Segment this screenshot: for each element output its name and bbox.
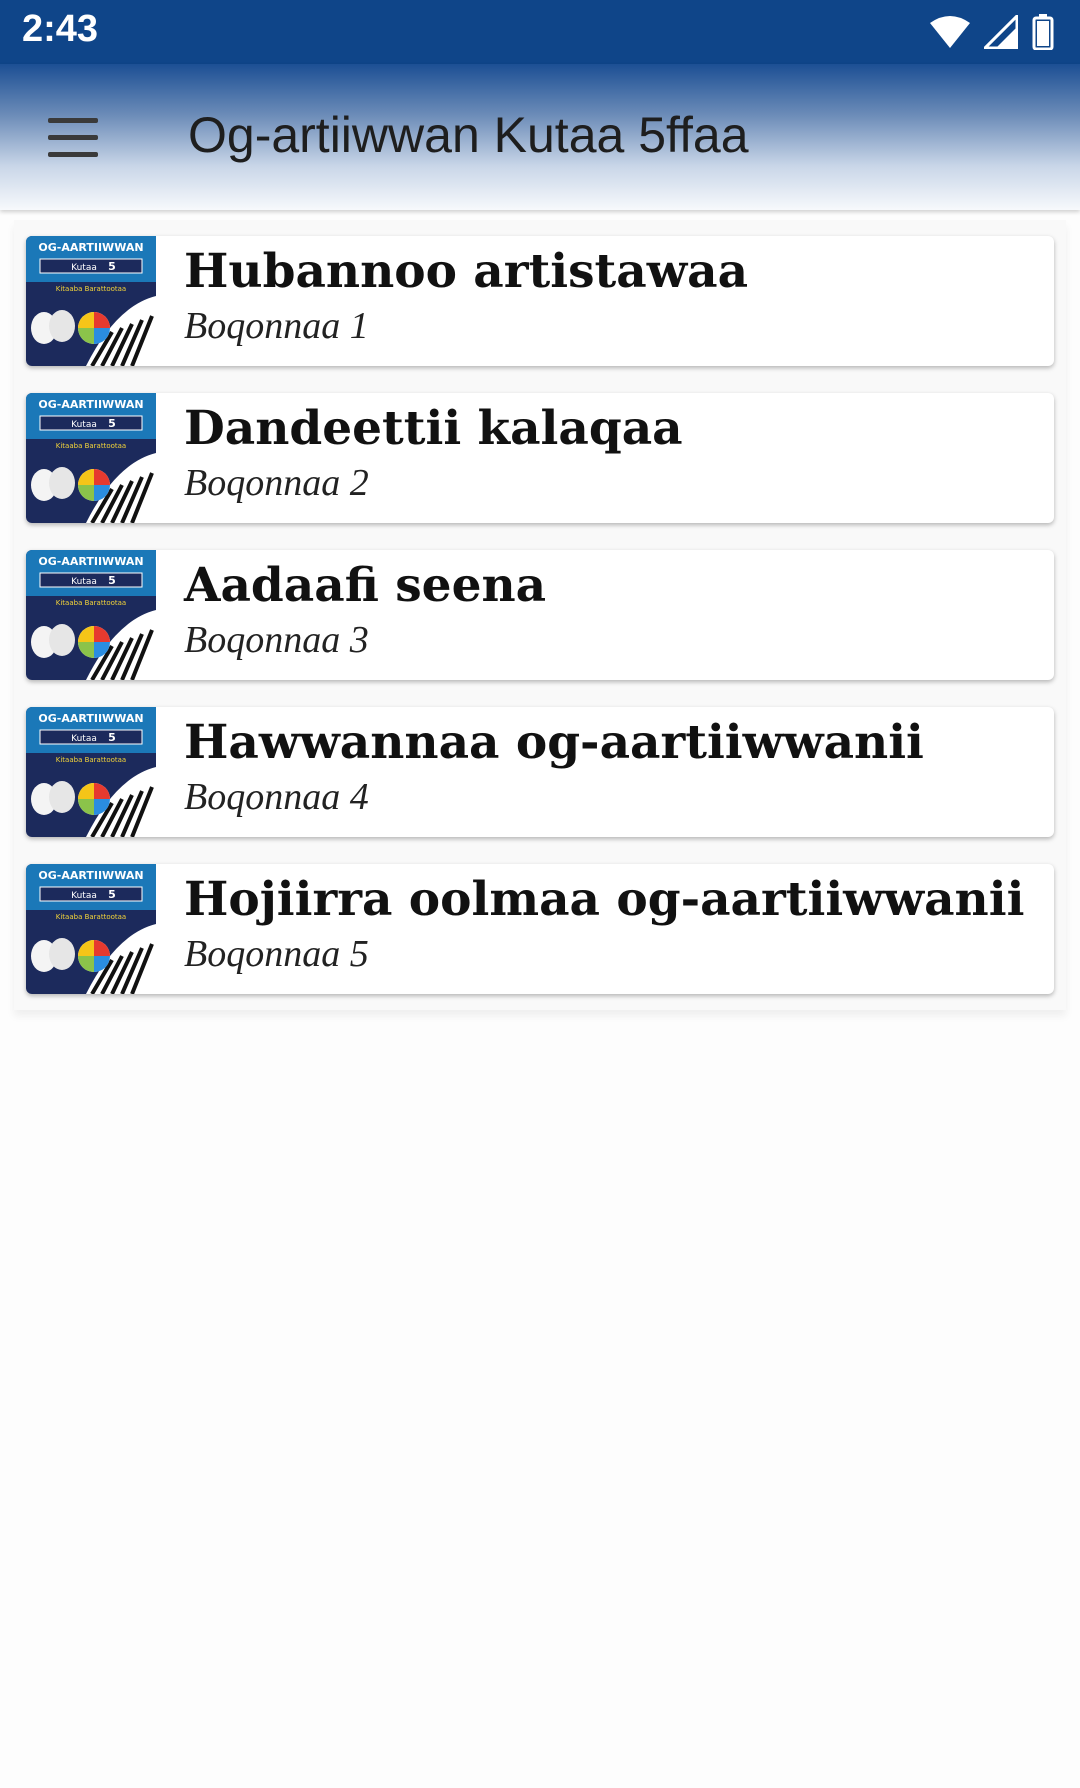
svg-text:5: 5 xyxy=(108,260,116,273)
hamburger-menu-icon[interactable] xyxy=(38,108,108,168)
chapter-card-1[interactable]: OG-AARTIIWWAN Kutaa 5 Kitaaba Barattoota… xyxy=(26,236,1054,366)
svg-text:Kutaa: Kutaa xyxy=(71,263,97,273)
svg-text:OG-AARTIIWWAN: OG-AARTIIWWAN xyxy=(38,398,143,411)
book-cover-thumbnail: OG-AARTIIWWAN Kutaa 5 Kitaaba Barattoota… xyxy=(26,550,156,680)
svg-text:Kitaaba Barattootaa: Kitaaba Barattootaa xyxy=(56,913,126,921)
svg-text:Kutaa: Kutaa xyxy=(71,891,97,901)
chapter-card-4[interactable]: OG-AARTIIWWAN Kutaa 5 Kitaaba Barattoota… xyxy=(26,707,1054,837)
book-cover-thumbnail: OG-AARTIIWWAN Kutaa 5 Kitaaba Barattoota… xyxy=(26,236,156,366)
cell-signal-icon xyxy=(984,15,1018,49)
status-bar: 2:43 xyxy=(0,0,1080,64)
chapter-subtitle: Boqonnaa 4 xyxy=(184,776,369,818)
svg-text:OG-AARTIIWWAN: OG-AARTIIWWAN xyxy=(38,555,143,568)
svg-text:5: 5 xyxy=(108,417,116,430)
svg-text:5: 5 xyxy=(108,574,116,587)
svg-text:Kitaaba Barattootaa: Kitaaba Barattootaa xyxy=(56,599,126,607)
svg-text:Kitaaba Barattootaa: Kitaaba Barattootaa xyxy=(56,285,126,293)
svg-text:5: 5 xyxy=(108,888,116,901)
chapter-subtitle: Boqonnaa 3 xyxy=(184,619,369,661)
app-bar: Og-artiiwwan Kutaa 5ffaa xyxy=(0,64,1080,210)
chapter-title: Hojiirra oolmaa og-aartiiwwanii xyxy=(184,872,1025,927)
chapter-card-3[interactable]: OG-AARTIIWWAN Kutaa 5 Kitaaba Barattoota… xyxy=(26,550,1054,680)
battery-icon xyxy=(1032,14,1054,50)
book-cover-thumbnail: OG-AARTIIWWAN Kutaa 5 Kitaaba Barattoota… xyxy=(26,707,156,837)
wifi-icon xyxy=(930,16,970,48)
svg-text:OG-AARTIIWWAN: OG-AARTIIWWAN xyxy=(38,241,143,254)
svg-text:Kutaa: Kutaa xyxy=(71,577,97,587)
book-cover-thumbnail: OG-AARTIIWWAN Kutaa 5 Kitaaba Barattoota… xyxy=(26,864,156,994)
chapter-card-2[interactable]: OG-AARTIIWWAN Kutaa 5 Kitaaba Barattoota… xyxy=(26,393,1054,523)
chapter-list: OG-AARTIIWWAN Kutaa 5 Kitaaba Barattoota… xyxy=(14,220,1066,1010)
book-cover-thumbnail: OG-AARTIIWWAN Kutaa 5 Kitaaba Barattoota… xyxy=(26,393,156,523)
svg-text:Kutaa: Kutaa xyxy=(71,420,97,430)
svg-text:Kitaaba Barattootaa: Kitaaba Barattootaa xyxy=(56,756,126,764)
chapter-subtitle: Boqonnaa 5 xyxy=(184,933,369,975)
status-time: 2:43 xyxy=(22,8,99,50)
svg-text:Kitaaba Barattootaa: Kitaaba Barattootaa xyxy=(56,442,126,450)
svg-text:OG-AARTIIWWAN: OG-AARTIIWWAN xyxy=(38,869,143,882)
svg-text:Kutaa: Kutaa xyxy=(71,734,97,744)
chapter-title: Aadaafi seena xyxy=(184,558,547,613)
chapter-title: Hubannoo artistawaa xyxy=(184,244,749,299)
svg-text:OG-AARTIIWWAN: OG-AARTIIWWAN xyxy=(38,712,143,725)
chapter-title: Dandeettii kalaqaa xyxy=(184,401,683,456)
chapter-title: Hawwannaa og-aartiiwwanii xyxy=(184,715,924,770)
svg-text:5: 5 xyxy=(108,731,116,744)
chapter-card-5[interactable]: OG-AARTIIWWAN Kutaa 5 Kitaaba Barattoota… xyxy=(26,864,1054,994)
chapter-subtitle: Boqonnaa 1 xyxy=(184,305,369,347)
chapter-subtitle: Boqonnaa 2 xyxy=(184,462,369,504)
page-title: Og-artiiwwan Kutaa 5ffaa xyxy=(188,107,749,163)
